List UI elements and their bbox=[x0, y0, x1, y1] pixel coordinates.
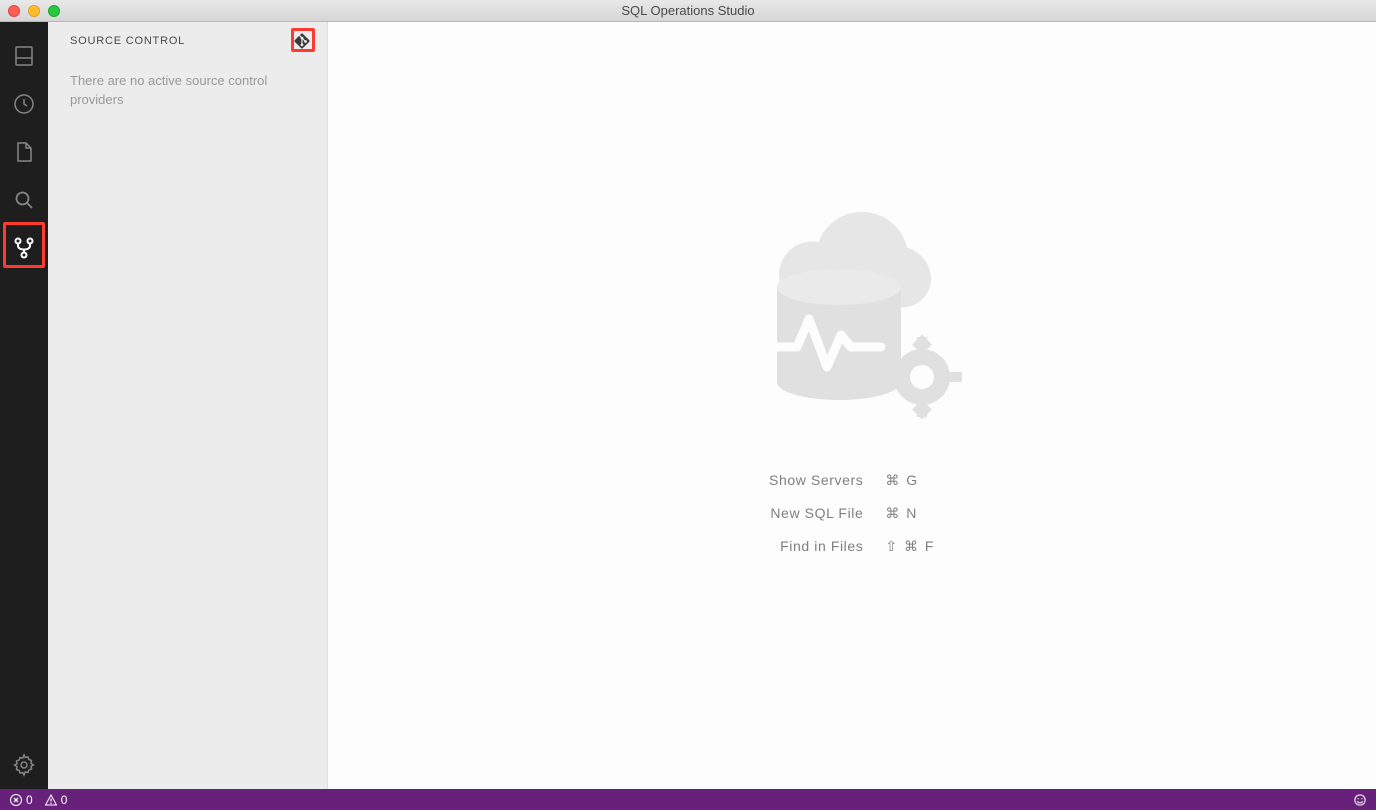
minimize-window-button[interactable] bbox=[28, 5, 40, 17]
maximize-window-button[interactable] bbox=[48, 5, 60, 17]
close-window-button[interactable] bbox=[8, 5, 20, 17]
source-control-icon bbox=[12, 236, 36, 260]
gear-icon bbox=[12, 753, 36, 777]
warning-icon bbox=[45, 794, 57, 806]
sidebar-title: SOURCE CONTROL bbox=[70, 35, 185, 47]
welcome-logo bbox=[722, 177, 982, 442]
git-icon bbox=[294, 33, 310, 49]
activity-explorer[interactable] bbox=[0, 128, 48, 176]
error-icon bbox=[10, 794, 22, 806]
status-errors[interactable]: 0 bbox=[10, 793, 33, 807]
window-controls bbox=[8, 5, 60, 17]
activity-search[interactable] bbox=[0, 176, 48, 224]
error-count: 0 bbox=[26, 793, 33, 807]
smiley-icon bbox=[1354, 794, 1366, 806]
shortcut-label: New SQL File bbox=[769, 505, 863, 522]
statusbar: 0 0 bbox=[0, 789, 1376, 810]
search-icon bbox=[12, 188, 36, 212]
shortcut-keys: ⌘ N bbox=[885, 505, 935, 522]
shortcut-label: Find in Files bbox=[769, 538, 863, 555]
warning-count: 0 bbox=[61, 793, 68, 807]
file-icon bbox=[12, 140, 36, 164]
activity-servers[interactable] bbox=[0, 32, 48, 80]
shortcut-label: Show Servers bbox=[769, 472, 863, 489]
activity-history[interactable] bbox=[0, 80, 48, 128]
sidebar-empty-message: There are no active source control provi… bbox=[48, 58, 327, 124]
activity-settings[interactable] bbox=[0, 741, 48, 789]
sidebar-header: SOURCE CONTROL bbox=[48, 22, 327, 58]
clock-icon bbox=[12, 92, 36, 116]
servers-icon bbox=[12, 44, 36, 68]
activity-bar bbox=[0, 22, 48, 789]
activity-source-control[interactable] bbox=[0, 224, 48, 272]
shortcut-keys: ⇧ ⌘ F bbox=[885, 538, 935, 555]
titlebar: SQL Operations Studio bbox=[0, 0, 1376, 22]
git-init-action[interactable] bbox=[293, 32, 311, 50]
sidebar: SOURCE CONTROL There are no active sourc… bbox=[48, 22, 328, 789]
window-title: SQL Operations Studio bbox=[0, 3, 1376, 18]
status-warnings[interactable]: 0 bbox=[45, 793, 68, 807]
status-feedback[interactable] bbox=[1354, 794, 1366, 806]
welcome-shortcuts: Show Servers ⌘ G New SQL File ⌘ N Find i… bbox=[769, 472, 935, 555]
editor-area: Show Servers ⌘ G New SQL File ⌘ N Find i… bbox=[328, 22, 1376, 789]
shortcut-keys: ⌘ G bbox=[885, 472, 935, 489]
